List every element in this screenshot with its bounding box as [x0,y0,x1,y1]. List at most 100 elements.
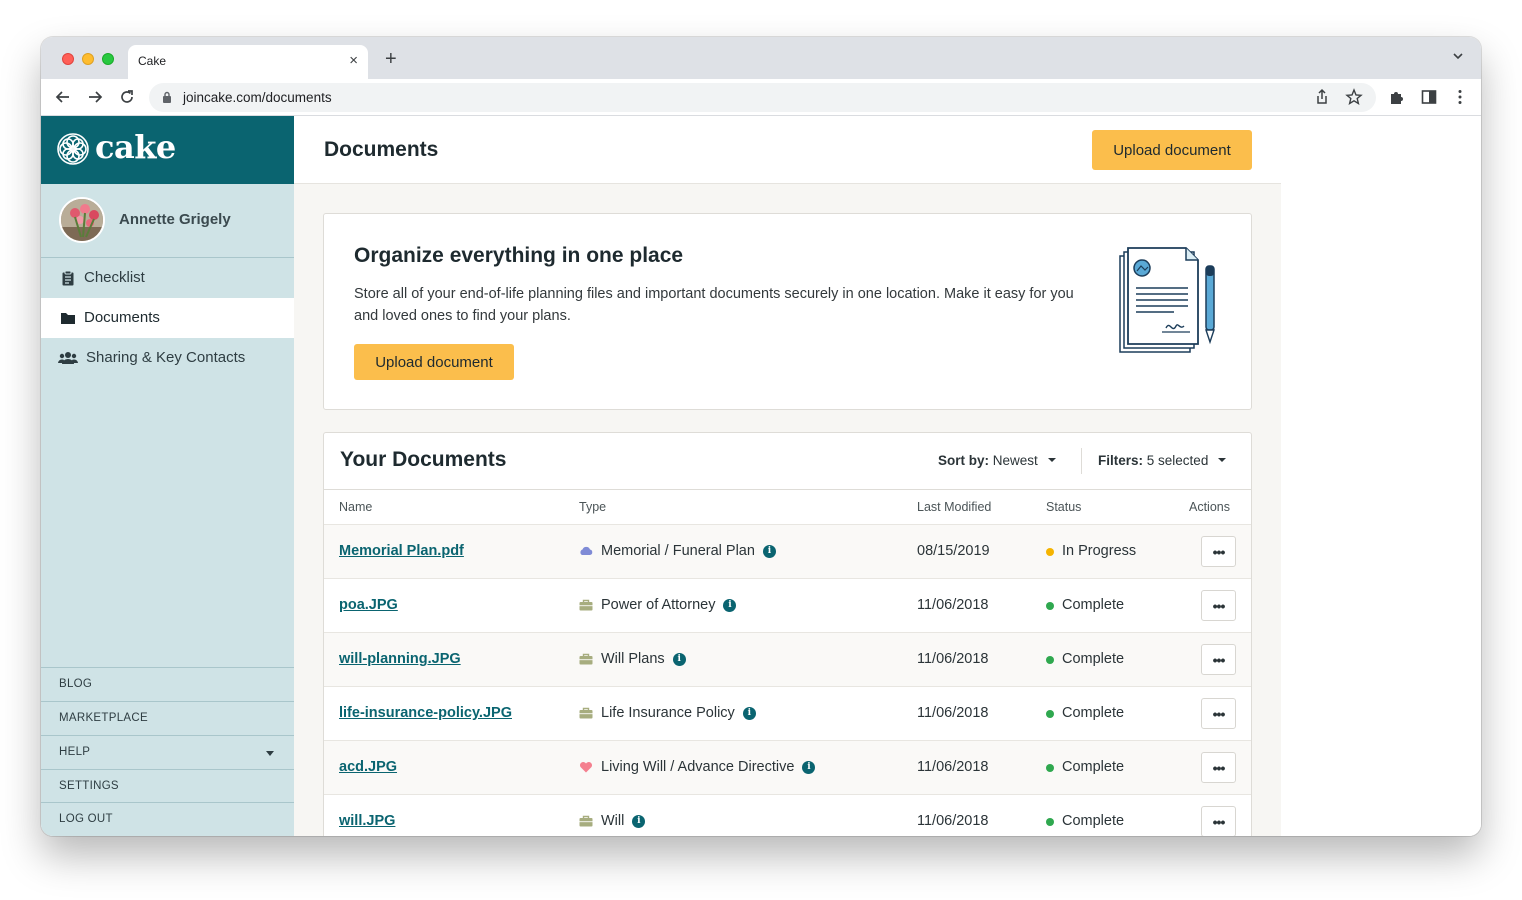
document-type-label: Living Will / Advance Directive [601,759,795,775]
filters-dropdown[interactable]: Filters: 5 selected [1098,453,1227,468]
close-window-button[interactable] [62,53,74,65]
document-name-link[interactable]: life-insurance-policy.JPG [339,705,512,721]
tab-search-chevron-icon[interactable] [1451,49,1465,63]
info-icon[interactable]: i [672,652,686,666]
column-header-name[interactable]: Name [339,500,372,514]
sidebar-footer-logout[interactable]: LOG OUT [41,802,294,836]
user-profile[interactable]: Annette Grigely [41,184,294,258]
last-modified: 11/06/2018 [917,705,989,721]
status-badge: Complete [1062,759,1125,775]
sidebar-item-sharing[interactable]: Sharing & Key Contacts [41,338,294,378]
document-type-label: Power of Attorney [601,597,716,613]
row-actions-button[interactable]: ••• [1201,698,1236,729]
folder-icon [61,313,75,324]
upload-document-button[interactable]: Upload document [1092,130,1252,170]
promo-upload-document-button[interactable]: Upload document [354,344,514,380]
document-name-link[interactable]: Memorial Plan.pdf [339,543,464,559]
last-modified: 11/06/2018 [917,597,989,613]
back-arrow-icon[interactable] [54,88,72,106]
table-row: will-planning.JPG Will Plans i 11/06/2018 Co… [324,633,1251,687]
forward-arrow-icon[interactable] [86,88,104,106]
sort-value: Newest [992,453,1038,468]
sidebar-footer-help[interactable]: HELP [41,735,294,769]
footer-label: BLOG [59,678,93,690]
column-header-last-modified[interactable]: Last Modified [917,500,991,514]
promo-text: Store all of your end-of-life planning f… [354,286,1074,324]
document-name-link[interactable]: acd.JPG [339,759,397,775]
sidebar-footer-marketplace[interactable]: MARKETPLACE [41,701,294,735]
info-icon[interactable]: i [723,598,737,612]
right-gutter [1281,116,1481,836]
reload-icon[interactable] [118,88,136,106]
column-header-status[interactable]: Status [1046,500,1081,514]
status-dot [1046,548,1054,556]
maximize-window-button[interactable] [102,53,114,65]
footer-label: MARKETPLACE [59,712,148,724]
sidebar-item-documents[interactable]: Documents [41,298,294,338]
document-name-link[interactable]: will.JPG [339,813,395,829]
document-type: Memorial / Funeral Plan i [601,543,776,559]
document-type-label: Will Plans [601,651,665,667]
side-panel-icon[interactable] [1420,88,1438,106]
logo-wordmark: cake [95,128,176,166]
logo-bar[interactable]: cake [41,116,294,184]
promo-title: Organize everything in one place [354,244,684,267]
app-viewport: cake Annette Grigely Checklist Documents… [41,116,1481,836]
info-icon[interactable]: i [632,814,646,828]
browser-toolbar: joincake.com/documents [41,79,1481,116]
last-modified: 11/06/2018 [917,651,989,667]
row-actions-button[interactable]: ••• [1201,536,1236,567]
more-vert-icon[interactable] [1451,88,1469,106]
new-tab-button[interactable]: + [385,48,397,70]
promo-card: Organize everything in one place Store a… [323,213,1252,410]
address-bar[interactable]: joincake.com/documents [149,83,1376,112]
sidebar-footer-blog[interactable]: BLOG [41,667,294,701]
sidebar-item-checklist[interactable]: Checklist [41,258,294,298]
row-actions-button[interactable]: ••• [1201,590,1236,621]
status-badge: Complete [1062,705,1125,721]
filters-label: Filters: [1098,453,1144,468]
document-type: Life Insurance Policy i [601,705,756,721]
document-type: Will i [601,813,646,829]
user-name: Annette Grigely [119,211,231,228]
info-icon[interactable]: i [762,544,776,558]
sidebar-footer-settings[interactable]: SETTINGS [41,769,294,803]
share-icon[interactable] [1313,88,1331,106]
table-row: Memorial Plan.pdf Memorial / Funeral Plan… [324,525,1251,579]
status-badge: Complete [1062,813,1125,829]
document-name-link[interactable]: poa.JPG [339,597,398,613]
sort-dropdown[interactable]: Sort by: Newest [938,453,1056,468]
last-modified: 11/06/2018 [917,759,989,775]
tab-close-icon[interactable]: × [349,52,358,70]
avatar[interactable] [59,197,105,243]
documents-table-card: Your Documents Sort by: Newest Filters: … [323,432,1252,836]
status-badge: Complete [1062,597,1125,613]
document-type: Will Plans i [601,651,686,667]
table-row: will.JPG Will i 11/06/2018 Complete ••• [324,795,1251,836]
clipboard-icon [62,270,74,286]
document-name-link[interactable]: will-planning.JPG [339,651,461,667]
browser-tab[interactable]: Cake × [128,45,368,79]
avatar-flowers-image [61,199,103,241]
document-type-label: Will [601,813,625,829]
lock-icon [163,91,171,103]
footer-label: LOG OUT [59,813,113,825]
row-actions-button[interactable]: ••• [1201,644,1236,675]
extensions-puzzle-icon[interactable] [1388,88,1406,106]
bookmark-star-icon[interactable] [1345,88,1363,106]
row-actions-button[interactable]: ••• [1201,806,1236,836]
document-pen-illustration [1119,247,1215,353]
status-badge: Complete [1062,651,1125,667]
last-modified: 08/15/2019 [917,543,990,559]
page-header: Documents Upload document [294,116,1281,184]
info-icon[interactable]: i [742,706,756,720]
caret-down-icon [1047,458,1056,463]
info-icon[interactable]: i [802,760,816,774]
minimize-window-button[interactable] [82,53,94,65]
column-header-type[interactable]: Type [579,500,606,514]
documents-title: Your Documents [340,448,507,471]
document-type: Living Will / Advance Directive i [601,759,816,775]
sort-label: Sort by: [938,453,990,468]
document-type-label: Life Insurance Policy [601,705,735,721]
row-actions-button[interactable]: ••• [1201,752,1236,783]
